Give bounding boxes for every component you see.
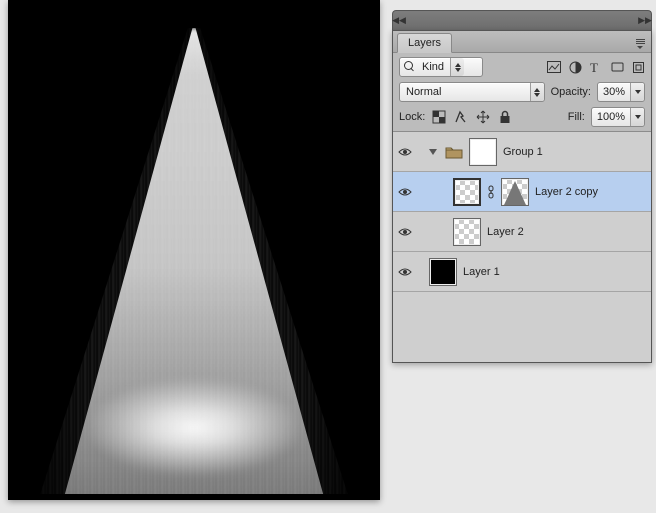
layers-panel: Layers Kind T — [392, 30, 652, 363]
fill-value: 100% — [592, 111, 630, 123]
panel-body: Kind T — [393, 53, 651, 362]
visibility-toggle[interactable] — [397, 264, 413, 280]
layer-row-group[interactable]: Group 1 — [393, 132, 651, 172]
layer-row[interactable]: Layer 2 — [393, 212, 651, 252]
opacity-value: 30% — [598, 86, 630, 98]
dropdown-arrow-icon — [630, 108, 644, 126]
layer-name[interactable]: Layer 2 — [487, 226, 524, 238]
canvas-content — [14, 6, 374, 494]
panel-dock-bar: ◀◀ ▶▶ — [392, 10, 652, 30]
dropdown-arrows-icon — [450, 58, 464, 76]
filter-adjustment-icon[interactable] — [568, 60, 582, 74]
opacity-label: Opacity: — [551, 86, 591, 98]
dropdown-arrows-icon — [530, 83, 544, 101]
layer-name[interactable]: Layer 2 copy — [535, 186, 598, 198]
light-rays-graphic — [39, 28, 349, 494]
layer-thumbnail[interactable] — [429, 258, 457, 286]
opacity-field[interactable]: 30% — [597, 82, 645, 102]
blend-opacity-row: Normal Opacity: 30% — [399, 82, 645, 102]
folder-icon — [445, 145, 463, 159]
disclosure-triangle-icon[interactable] — [429, 149, 437, 155]
dropdown-arrow-icon — [630, 83, 644, 101]
blend-mode-value: Normal — [400, 86, 530, 98]
lock-position-icon[interactable] — [475, 109, 491, 125]
layer-mask-thumbnail[interactable] — [453, 178, 481, 206]
svg-text:T: T — [590, 61, 598, 73]
fill-field[interactable]: 100% — [591, 107, 645, 127]
layer-filter-row: Kind T — [399, 57, 645, 77]
filter-pixel-icon[interactable] — [547, 60, 561, 74]
layer-name[interactable]: Group 1 — [503, 146, 543, 158]
search-icon — [404, 61, 416, 73]
panel-collapse-left-icon[interactable]: ◀◀ — [393, 11, 405, 30]
filter-shape-icon[interactable] — [610, 60, 624, 74]
lock-transparency-icon[interactable] — [431, 109, 447, 125]
filter-type-icon[interactable]: T — [589, 60, 603, 74]
layer-thumbnail[interactable] — [501, 178, 529, 206]
panel-collapse-right-icon[interactable]: ▶▶ — [639, 11, 651, 30]
tab-label: Layers — [408, 37, 441, 49]
filter-smartobject-icon[interactable] — [631, 60, 645, 74]
lock-fill-row: Lock: Fill: 100% — [399, 107, 645, 127]
layer-thumbnail[interactable] — [453, 218, 481, 246]
lock-label: Lock: — [399, 111, 425, 123]
panel-tabs: Layers — [393, 31, 651, 53]
visibility-toggle[interactable] — [397, 184, 413, 200]
layer-row-selected[interactable]: Layer 2 copy — [393, 172, 651, 212]
visibility-toggle[interactable] — [397, 144, 413, 160]
layers-list: Group 1 Layer 2 copy — [393, 132, 651, 362]
layer-row[interactable]: Layer 1 — [393, 252, 651, 292]
group-mask-thumbnail[interactable] — [469, 138, 497, 166]
document-canvas[interactable] — [8, 0, 380, 500]
panel-menu-icon[interactable] — [633, 36, 647, 52]
filter-kind-label: Kind — [416, 61, 450, 73]
layer-name[interactable]: Layer 1 — [463, 266, 500, 278]
lock-all-icon[interactable] — [497, 109, 513, 125]
blend-mode-dropdown[interactable]: Normal — [399, 82, 545, 102]
lock-image-icon[interactable] — [453, 109, 469, 125]
tab-layers[interactable]: Layers — [397, 33, 452, 53]
mask-link-icon[interactable] — [487, 185, 495, 199]
filter-kind-dropdown[interactable]: Kind — [399, 57, 483, 77]
visibility-toggle[interactable] — [397, 224, 413, 240]
fill-label: Fill: — [568, 111, 585, 123]
